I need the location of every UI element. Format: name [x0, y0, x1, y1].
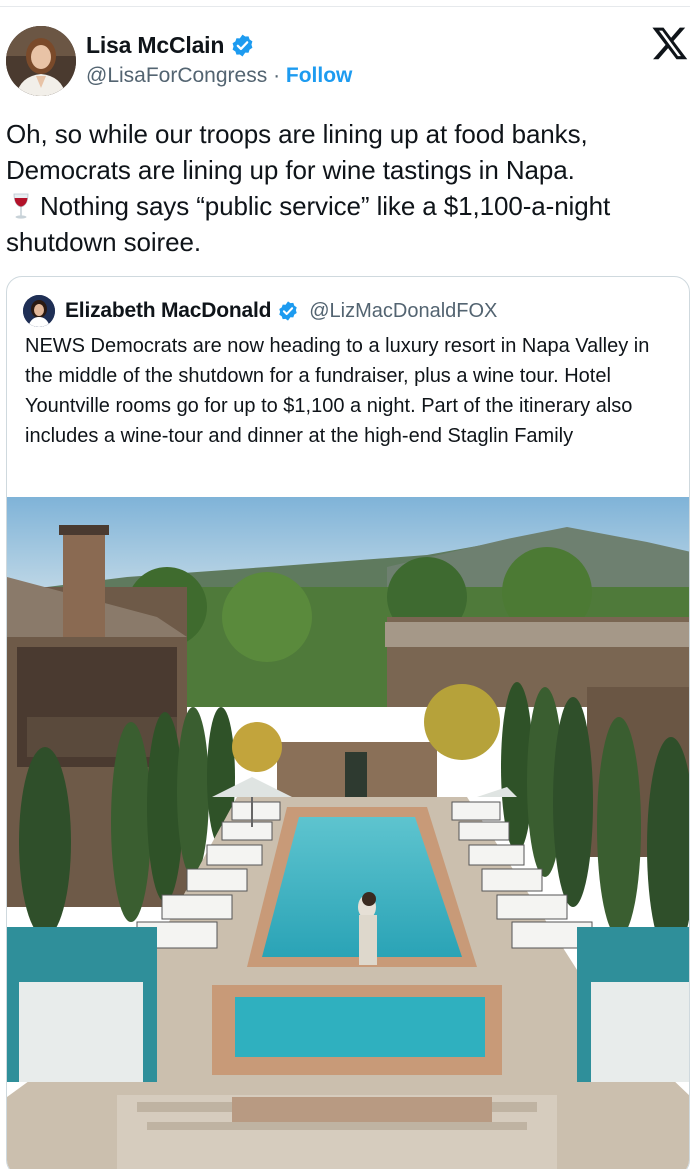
tweet-header: Lisa McClain @LisaForCongress · Follow — [0, 22, 690, 102]
quoted-tweet-card[interactable]: Elizabeth MacDonald @LizMacDonaldFOX NEW… — [6, 276, 690, 1169]
resort-pool-photo[interactable] — [7, 497, 689, 1169]
quoted-author-name[interactable]: Elizabeth MacDonald — [65, 299, 271, 323]
top-divider — [0, 6, 690, 7]
author-handle[interactable]: @LisaForCongress — [86, 64, 267, 87]
quoted-tweet-text: NEWS Democrats are now heading to a luxu… — [25, 335, 650, 447]
tweet-body: Oh, so while our troops are lining up at… — [6, 116, 690, 260]
author-display-name[interactable]: Lisa McClain — [86, 32, 224, 59]
author-name-row: Lisa McClain — [86, 32, 255, 59]
author-handle-row: @LisaForCongress · Follow — [86, 64, 352, 88]
verified-badge-icon — [232, 34, 253, 57]
x-logo-icon[interactable] — [650, 24, 690, 62]
verified-badge-icon — [279, 301, 297, 321]
author-avatar[interactable] — [6, 26, 76, 96]
quoted-author-handle[interactable]: @LizMacDonaldFOX — [309, 300, 497, 323]
handle-separator: · — [273, 64, 281, 87]
tweet-text-part1: Oh, so while our troops are lining up at… — [6, 119, 588, 185]
quoted-author-row: Elizabeth MacDonald @LizMacDonaldFOX — [23, 295, 497, 327]
tweet-text-part2: Nothing says “public service” like a $1,… — [6, 191, 611, 257]
quoted-author-avatar[interactable] — [23, 295, 55, 327]
wine-glass-icon — [13, 193, 29, 219]
follow-button[interactable]: Follow — [286, 64, 353, 87]
